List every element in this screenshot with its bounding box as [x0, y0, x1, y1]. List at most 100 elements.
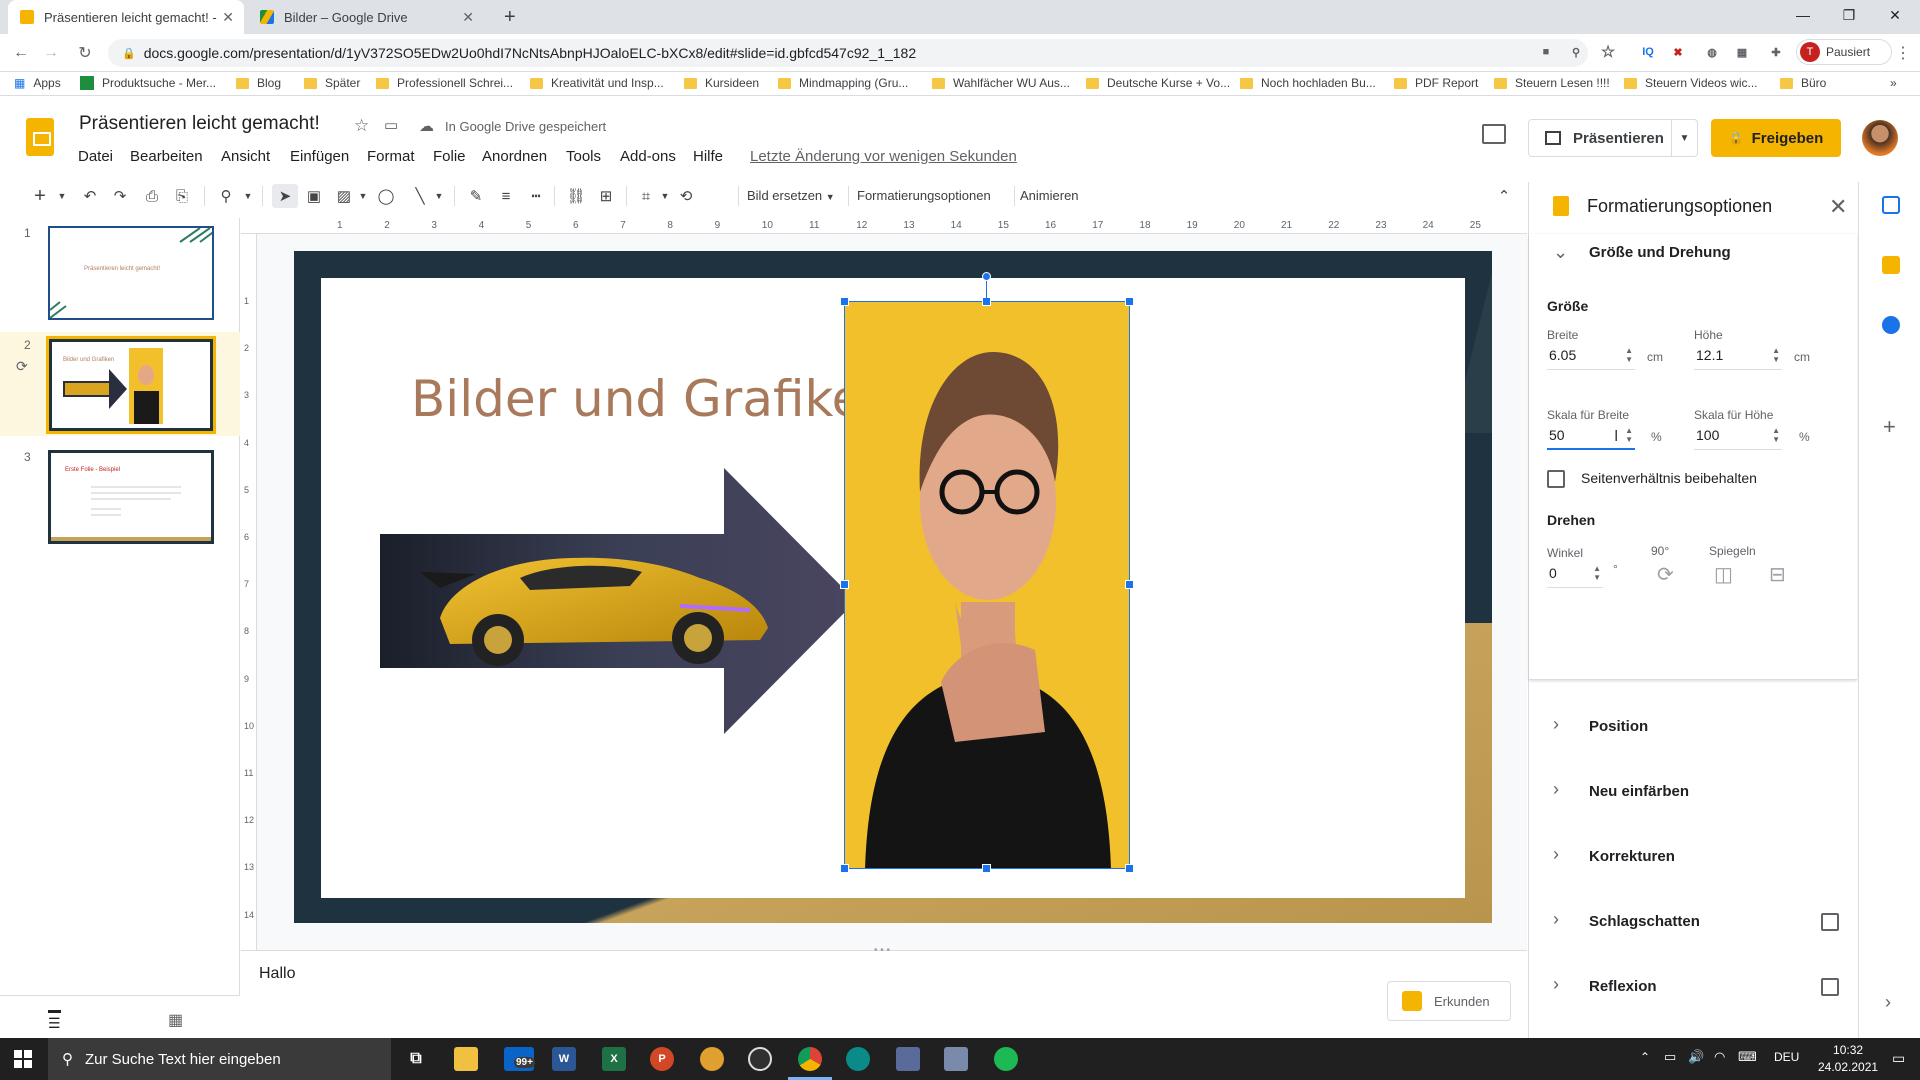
comments-icon[interactable] [1482, 124, 1506, 144]
taskbar-search[interactable]: ⚲ Zur Suche Text hier eingeben [48, 1038, 391, 1080]
new-tab-button[interactable]: + [492, 0, 528, 34]
section-recolor[interactable]: › Neu einfärben [1529, 769, 1857, 821]
reflection-checkbox[interactable] [1821, 978, 1839, 996]
bookmark-item[interactable]: Produktsuche - Mer... [80, 76, 216, 90]
move-folder-icon[interactable]: ▭ [384, 116, 398, 134]
obs-icon[interactable] [748, 1047, 772, 1071]
bookmark-item[interactable]: Blog [236, 76, 281, 90]
resize-handle[interactable] [1125, 580, 1134, 589]
scale-height-input[interactable]: 100 ▲ ▼ [1694, 422, 1782, 450]
vpn-extension-icon[interactable]: ◍ [1702, 42, 1722, 62]
back-icon[interactable]: ← [10, 42, 32, 64]
new-slide-dropdown-icon[interactable]: ▼ [56, 184, 68, 208]
bookmark-item[interactable]: Mindmapping (Gru... [778, 76, 908, 90]
scale-width-input[interactable]: 50 ▲ ▼ [1547, 422, 1635, 450]
crop-icon[interactable]: ⌗ [636, 184, 656, 208]
slide-thumbnail-2[interactable]: 2 ⟳ Bilder und Grafiken [0, 332, 240, 436]
crop-dropdown-icon[interactable]: ▼ [660, 184, 670, 208]
browser-tab-drive[interactable]: Bilder – Google Drive ✕ [248, 0, 484, 34]
menu-bearbeiten[interactable]: Bearbeiten [130, 148, 203, 165]
share-button[interactable]: 🔒 Freigeben [1711, 119, 1841, 157]
windows-start-icon[interactable] [14, 1050, 32, 1068]
text-box-icon[interactable]: ▣ [304, 184, 324, 208]
notification-icon[interactable]: ▭ [1892, 1050, 1905, 1067]
menu-folie[interactable]: Folie [433, 148, 466, 165]
resize-handle[interactable] [1125, 297, 1134, 306]
menu-format[interactable]: Format [367, 148, 415, 165]
animate-button[interactable]: Animieren [1020, 188, 1079, 203]
current-slide[interactable]: Bilder und Grafiken [294, 251, 1492, 923]
address-bar[interactable]: 🔒 docs.google.com/presentation/d/1yV372S… [108, 39, 1588, 67]
iq-extension-icon[interactable]: IQ [1638, 42, 1658, 62]
section-header[interactable]: Größe und Drehung [1589, 244, 1731, 261]
bookmark-item[interactable]: Kursideen [684, 76, 759, 90]
minimize-icon[interactable]: — [1780, 0, 1826, 30]
image-dropdown-icon[interactable]: ▼ [358, 184, 368, 208]
grid-extension-icon[interactable]: ▦ [1732, 42, 1752, 62]
flip-vertical-icon[interactable]: ⊟ [1769, 562, 1786, 587]
task-view-icon[interactable]: ⧉ [404, 1047, 428, 1071]
replace-image-button[interactable]: Bild ersetzen ▼ [747, 188, 835, 203]
bookmark-item[interactable]: Steuern Videos wic... [1624, 76, 1758, 90]
user-avatar[interactable] [1862, 120, 1898, 156]
resize-handle[interactable] [982, 864, 991, 873]
slide-thumbnail-3[interactable]: 3 Erste Folie - Beispiel [0, 444, 240, 544]
excel-icon[interactable]: X [602, 1047, 626, 1071]
line-dropdown-icon[interactable]: ▼ [434, 184, 444, 208]
camera-icon[interactable]: ■ [1536, 42, 1556, 62]
app-icon[interactable] [896, 1047, 920, 1071]
tray-chevron-icon[interactable]: ⌃ [1640, 1050, 1650, 1064]
shape-icon[interactable]: ◯ [376, 184, 396, 208]
add-comment-icon[interactable]: ⊞ [596, 184, 616, 208]
slides-logo-icon[interactable] [26, 118, 54, 156]
chevron-down-icon[interactable]: ⌄ [1553, 242, 1568, 263]
browser-menu-icon[interactable]: ⋮ [1892, 42, 1914, 64]
present-button[interactable]: Präsentieren ▼ [1528, 119, 1698, 157]
notes-resize-grip[interactable]: • • • [874, 945, 890, 956]
resize-handle[interactable] [1125, 864, 1134, 873]
more-bookmarks-icon[interactable]: » [1890, 76, 1897, 90]
language-indicator[interactable]: DEU [1774, 1050, 1799, 1064]
close-tab-icon[interactable]: ✕ [462, 9, 474, 26]
system-clock[interactable]: 10:32 24.02.2021 [1818, 1042, 1878, 1076]
zoom-icon[interactable]: ⚲ [1566, 42, 1586, 62]
zoom-icon[interactable]: ⚲ [216, 184, 236, 208]
document-title[interactable]: Präsentieren leicht gemacht! [79, 113, 320, 135]
bookmark-item[interactable]: Noch hochladen Bu... [1240, 76, 1376, 90]
bookmark-item[interactable]: Später [304, 76, 360, 90]
car-arrow-image[interactable] [380, 468, 856, 734]
paint-format-icon[interactable]: ⎘ [172, 184, 192, 208]
close-tab-icon[interactable]: ✕ [222, 9, 234, 26]
select-cursor-icon[interactable]: ➤ [272, 184, 298, 208]
menu-hilfe[interactable]: Hilfe [693, 148, 723, 165]
section-adjustments[interactable]: › Korrekturen [1529, 834, 1857, 886]
rotate-90-icon[interactable]: ⟳ [1657, 562, 1674, 587]
insert-image-icon[interactable]: ▨ [334, 184, 354, 208]
star-icon[interactable]: ☆ [354, 116, 369, 136]
bookmark-item[interactable]: Kreativität und Insp... [530, 76, 664, 90]
last-edit-link[interactable]: Letzte Änderung vor wenigen Sekunden [750, 148, 1017, 165]
redo-icon[interactable]: ↷ [110, 184, 130, 208]
bookmark-star-icon[interactable]: ☆ [1598, 42, 1618, 62]
angle-input[interactable]: 0 ▲ ▼ [1547, 560, 1603, 588]
resize-handle[interactable] [982, 297, 991, 306]
puzzle-extensions-icon[interactable]: ✚ [1766, 42, 1786, 62]
stepper-icon[interactable]: ▲ ▼ [1625, 426, 1633, 444]
insert-link-icon[interactable]: ⛓ [566, 184, 586, 208]
network-icon[interactable]: ▭ [1664, 1049, 1676, 1065]
collapse-toolbar-icon[interactable]: ⌃ [1496, 184, 1512, 208]
close-panel-icon[interactable]: ✕ [1829, 194, 1847, 220]
border-dash-icon[interactable]: ┅ [526, 184, 546, 208]
stepper-icon[interactable]: ▲ ▼ [1772, 426, 1780, 444]
save-status[interactable]: In Google Drive gespeichert [445, 119, 606, 134]
format-options-button[interactable]: Formatierungsoptionen [857, 188, 991, 203]
grid-view-icon[interactable]: ▦ [168, 1010, 183, 1030]
rotation-handle[interactable] [982, 272, 991, 281]
keep-icon[interactable] [1882, 256, 1900, 274]
powerpoint-icon[interactable]: P [650, 1047, 674, 1071]
resize-handle[interactable] [840, 580, 849, 589]
bookmark-apps[interactable]: ▦ Apps [14, 76, 61, 90]
menu-datei[interactable]: Datei [78, 148, 113, 165]
border-weight-icon[interactable]: ≡ [496, 184, 516, 208]
section-reflection[interactable]: › Reflexion [1529, 964, 1857, 1016]
